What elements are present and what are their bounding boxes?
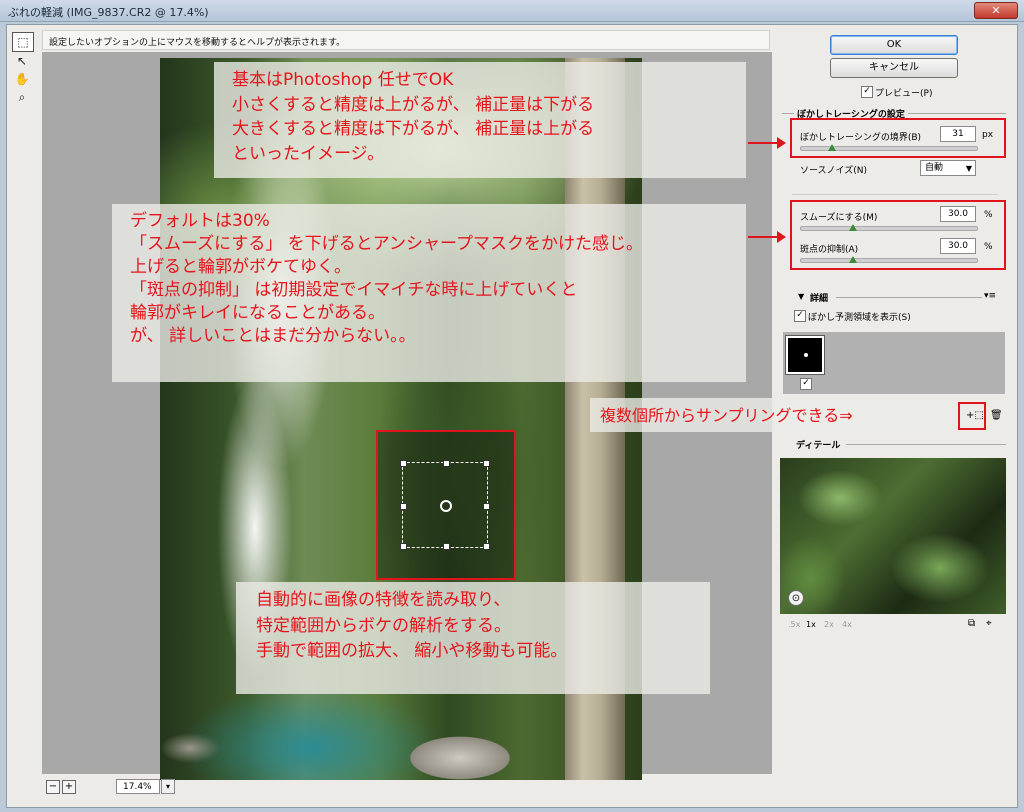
zoom-in-button[interactable]: + [62, 780, 76, 794]
preview-label: プレビュー(P) [875, 89, 933, 99]
show-estimation-label: ぼかし予測領域を表示(S) [808, 313, 911, 323]
photo-rocks [160, 708, 642, 780]
zoom-out-button[interactable]: − [46, 780, 60, 794]
zoom-bar: − + 17.4% ▾ [42, 778, 772, 796]
detail-header: ディテール [796, 441, 841, 451]
note-line: 輪郭がキレイになることがある。 [130, 302, 385, 323]
collapse-triangle-icon[interactable]: ▼ [798, 292, 804, 301]
resize-handle[interactable] [443, 460, 450, 467]
divider [792, 194, 998, 195]
resize-handle[interactable] [443, 543, 450, 550]
source-noise-select[interactable]: 自動 ▼ [920, 160, 976, 176]
annotation-note-sampling: 複数個所からサンプリングできる⇒ [590, 398, 948, 432]
resize-handle[interactable] [483, 460, 490, 467]
trash-icon[interactable]: 🗑 [990, 410, 1003, 421]
zoom-level-option[interactable]: 1x [806, 620, 816, 629]
smoothing-highlight [790, 200, 1006, 270]
show-estimation-checkbox[interactable]: ✓ [794, 310, 806, 322]
annotation-note-estimation: 自動的に画像の特徴を読み取り、 特定範囲からボケの解析をする。 手動で範囲の拡大… [236, 582, 710, 694]
source-noise-value: 自動 [925, 163, 944, 173]
loupe-icon[interactable]: ⊙ [788, 590, 804, 606]
annotation-arrow [748, 137, 786, 149]
resize-handle[interactable] [400, 543, 407, 550]
cancel-button[interactable]: キャンセル [830, 58, 958, 78]
sample-point [804, 353, 808, 357]
window-title: ぶれの軽減 (IMG_9837.CR2 @ 17.4%) [8, 6, 209, 19]
advanced-header: 詳細 [810, 294, 829, 304]
resize-handle[interactable] [400, 460, 407, 467]
crosshair-icon[interactable]: ⌖ [986, 618, 992, 629]
resize-handle[interactable] [483, 543, 490, 550]
marquee-tool-icon[interactable]: ⬚ [12, 32, 34, 52]
zoom-level-option[interactable]: .5x [788, 620, 800, 629]
divider [836, 297, 982, 298]
note-line: 複数個所からサンプリングできる⇒ [600, 406, 853, 425]
note-line: 基本はPhotoshop 任せでOK [232, 70, 454, 90]
source-noise-label: ソースノイズ(N) [800, 166, 868, 176]
zoom-level-option[interactable]: 2x [824, 620, 834, 629]
ok-button[interactable]: OK [830, 35, 958, 55]
note-line: 特定範囲からボケの解析をする。 [256, 615, 511, 636]
note-line: 「スムーズにする」 を下げるとアンシャープマスクをかけた感じ。 [130, 233, 644, 254]
zoom-tool-icon[interactable]: ⌕ [12, 88, 32, 106]
help-bar: 設定したいオプションの上にマウスを移動するとヘルプが表示されます。 [42, 30, 770, 50]
sample-checkbox[interactable]: ✓ [800, 378, 812, 390]
chevron-down-icon[interactable]: ▾ [161, 779, 175, 794]
zoom-level-field[interactable]: 17.4% [116, 779, 160, 794]
note-line: デフォルトは30% [130, 211, 270, 231]
note-line: 自動的に画像の特徴を読み取り、 [256, 590, 511, 610]
note-line: 手動で範囲の拡大、 縮小や移動も可能。 [256, 641, 568, 661]
add-sample-highlight [958, 402, 986, 430]
note-line: 上げると輪郭がボケてゆく。 [130, 256, 351, 277]
note-line: といったイメージ。 [232, 143, 385, 164]
panel-menu-icon[interactable]: ▾≡ [984, 291, 996, 301]
detail-loupe-image[interactable] [780, 458, 1006, 614]
note-line: 「斑点の抑制」 は初期設定でイマイチな時に上げていくと [130, 279, 578, 300]
note-line: 小さくすると精度は上がるが、 補正量は下がる [232, 94, 595, 115]
title-bar: ぶれの軽減 (IMG_9837.CR2 @ 17.4%) ✕ [0, 0, 1024, 22]
annotation-arrow [748, 231, 786, 243]
arrow-tool-icon[interactable]: ↖ [12, 52, 32, 70]
annotation-note-smoothing: デフォルトは30% 「スムーズにする」 を下げるとアンシャープマスクをかけた感じ… [112, 204, 746, 382]
zoom-level-option[interactable]: 4x [842, 620, 852, 629]
resize-handle[interactable] [400, 503, 407, 510]
note-line: 大きくすると精度は下がるが、 補正量は上がる [232, 119, 595, 140]
bounds-highlight [790, 118, 1006, 158]
preview-checkbox[interactable]: ✓ [861, 86, 873, 98]
pin-loupe-icon[interactable]: ⧉ [968, 618, 975, 629]
tool-palette: ⬚ ↖ ✋ ⌕ [10, 30, 36, 110]
region-center-icon[interactable] [440, 500, 452, 512]
divider [846, 444, 1006, 445]
note-line: が、 詳しいことはまだ分からない。。 [130, 325, 416, 346]
resize-handle[interactable] [483, 503, 490, 510]
chevron-down-icon: ▼ [965, 164, 972, 173]
close-icon[interactable]: ✕ [974, 2, 1018, 19]
help-text: 設定したいオプションの上にマウスを移動するとヘルプが表示されます。 [49, 38, 346, 48]
hand-tool-icon[interactable]: ✋ [12, 70, 32, 88]
sample-thumbnail[interactable] [786, 336, 824, 374]
annotation-note-trace-bounds: 基本はPhotoshop 任せでOK 小さくすると精度は上がるが、 補正量は下が… [214, 62, 746, 178]
